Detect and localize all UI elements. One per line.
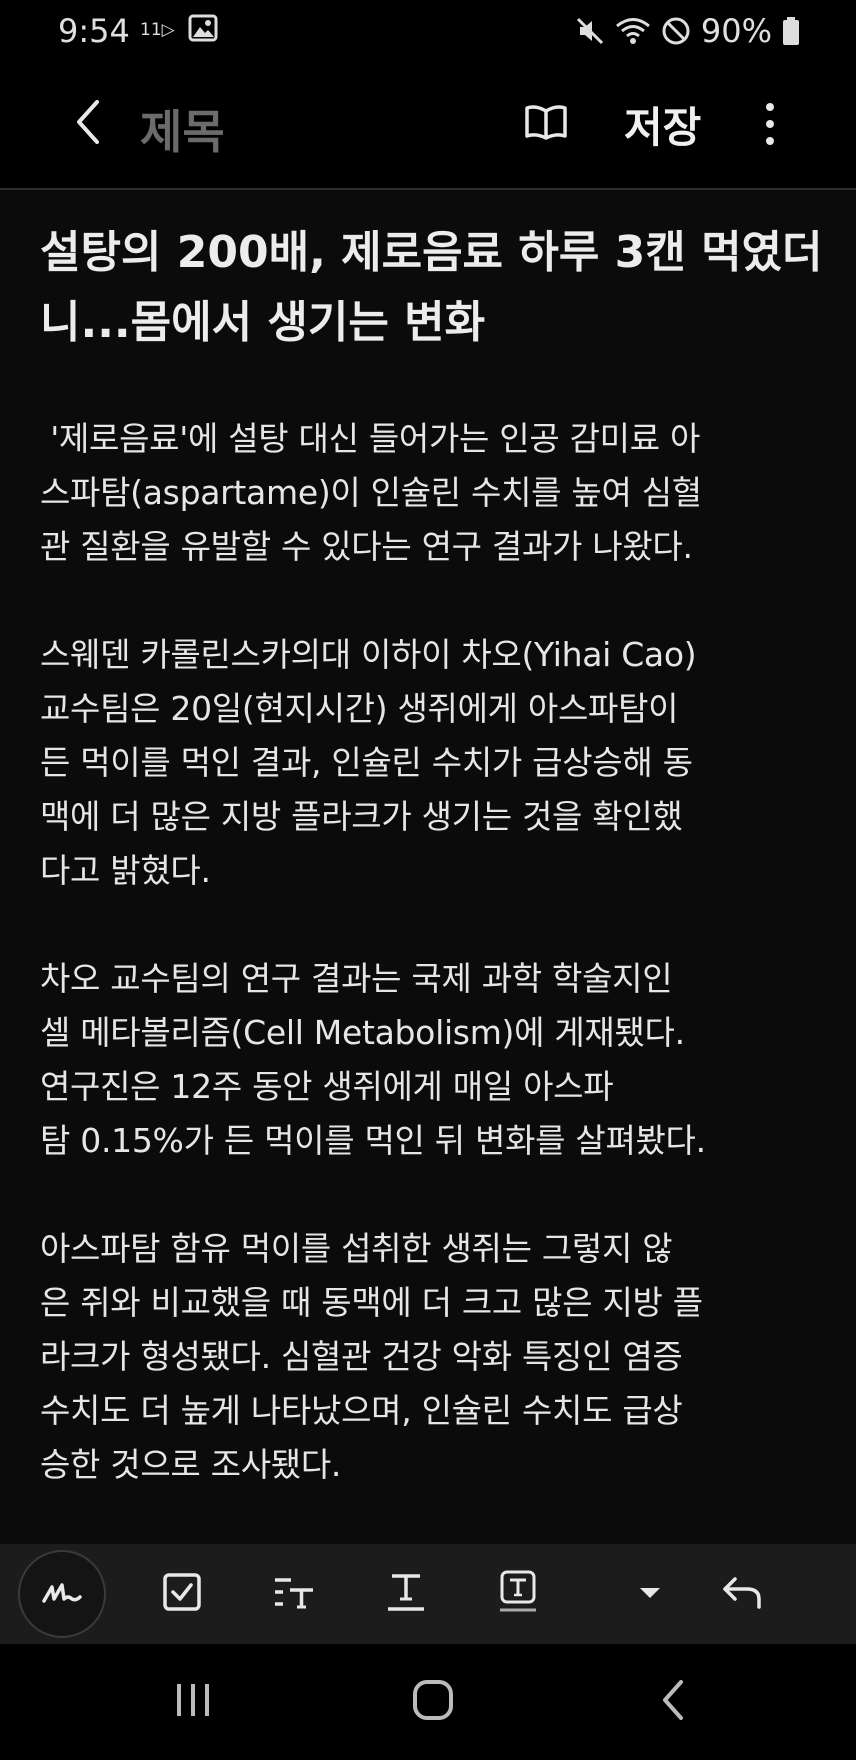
paragraph: 아스파탐 함유 먹이를 섭취한 생쥐는 그렇지 않 은 쥐와 비교했을 때 동맥… bbox=[40, 1222, 830, 1492]
toolbar-expand-button[interactable] bbox=[610, 1554, 690, 1634]
book-icon bbox=[524, 103, 568, 145]
headline-line: 설탕의 200배, 제로음료 하루 3캔 bbox=[40, 227, 686, 278]
status-bar: 9:54 11▷ 90% bbox=[0, 0, 856, 64]
body-line: 스웨덴 카롤린스카의대 이하이 차오(Yihai Cao) bbox=[40, 635, 697, 674]
dropdown-icon bbox=[638, 1585, 662, 1604]
more-dot bbox=[766, 137, 774, 145]
body-line: 차오 교수팀의 연구 결과는 국제 과학 학술지인 bbox=[40, 959, 673, 998]
body-line: 아스파탐 함유 먹이를 섭취한 생쥐는 그렇지 않 bbox=[40, 1229, 673, 1268]
more-dot bbox=[766, 103, 774, 111]
text-style-icon bbox=[272, 1574, 316, 1614]
home-button[interactable] bbox=[388, 1666, 478, 1738]
mute-icon bbox=[575, 16, 605, 46]
title-input[interactable]: 제목 bbox=[140, 96, 225, 162]
battery-percentage: 90% bbox=[700, 12, 772, 50]
note-headline[interactable]: 설탕의 200배, 제로음료 하루 3캔 먹였더니...몸에서 생기는 변화 bbox=[40, 218, 830, 358]
checklist-button[interactable] bbox=[142, 1554, 222, 1634]
body-line: 관 질환을 유발할 수 있다는 연구 결과가 나왔다. bbox=[40, 527, 693, 566]
undo-icon bbox=[721, 1575, 763, 1613]
paragraph: 스웨덴 카롤린스카의대 이하이 차오(Yihai Cao) 교수팀은 20일(현… bbox=[40, 628, 830, 898]
gallery-notification-icon bbox=[188, 14, 218, 42]
do-not-disturb-icon bbox=[661, 16, 691, 46]
more-options-button[interactable] bbox=[748, 92, 792, 156]
undo-button[interactable] bbox=[702, 1554, 782, 1634]
note-editor[interactable]: 설탕의 200배, 제로음료 하루 3캔 먹였더니...몸에서 생기는 변화 '… bbox=[0, 190, 856, 1544]
body-line: 은 쥐와 비교했을 때 동맥에 더 크고 많은 지방 플 bbox=[40, 1283, 703, 1322]
body-line: 다고 밝혔다. bbox=[40, 851, 211, 890]
text-background-button[interactable] bbox=[478, 1554, 558, 1634]
status-time: 9:54 bbox=[58, 12, 130, 50]
checkbox-icon bbox=[162, 1572, 202, 1616]
nav-back-button[interactable] bbox=[628, 1666, 718, 1738]
body-line: 탐 0.15%가 든 먹이를 먹인 뒤 변화를 살펴봤다. bbox=[40, 1121, 706, 1160]
body-line: 교수팀은 20일(현지시간) 생쥐에게 아스파탐이 bbox=[40, 689, 679, 728]
note-body[interactable]: '제로음료'에 설탕 대신 들어가는 인공 감미료 아 스파탐(aspartam… bbox=[40, 412, 830, 1546]
body-line: '제로음료'에 설탕 대신 들어가는 인공 감미료 아 bbox=[40, 419, 701, 458]
body-line: 연구진은 12주 동안 생쥐에게 매일 아스파 bbox=[40, 1067, 614, 1106]
body-line: 승한 것으로 조사됐다. bbox=[40, 1445, 342, 1484]
recents-button[interactable] bbox=[148, 1666, 238, 1738]
back-button[interactable] bbox=[56, 92, 120, 156]
more-dot bbox=[766, 120, 774, 128]
body-line: 수치도 더 높게 나타났으며, 인슐린 수치도 급상 bbox=[40, 1391, 683, 1430]
reading-mode-button[interactable] bbox=[516, 94, 576, 154]
text-style-button[interactable] bbox=[254, 1554, 334, 1634]
lte-indicator: 11▷ bbox=[140, 20, 175, 40]
text-format-button[interactable] bbox=[366, 1554, 446, 1634]
status-icons: 90% bbox=[575, 12, 800, 50]
save-button[interactable]: 저장 bbox=[624, 94, 701, 155]
battery-icon bbox=[782, 16, 800, 46]
text-box-icon bbox=[498, 1570, 538, 1618]
edit-toolbar bbox=[0, 1544, 856, 1644]
home-icon bbox=[411, 1678, 455, 1726]
body-line: 라크가 형성됐다. 심혈관 건강 악화 특징인 염증 bbox=[40, 1337, 683, 1376]
pen-icon bbox=[40, 1577, 84, 1611]
body-line: 스파탐(aspartame)이 인슐린 수치를 높여 심혈 bbox=[40, 473, 702, 512]
body-line: 든 먹이를 먹인 결과, 인슐린 수치가 급상승해 동 bbox=[40, 743, 693, 782]
wifi-icon bbox=[615, 16, 651, 46]
system-navigation-bar bbox=[0, 1644, 856, 1760]
app-bar: 제목 저장 bbox=[0, 74, 856, 178]
text-underline-icon bbox=[386, 1571, 426, 1617]
chevron-left-icon bbox=[73, 98, 103, 150]
body-line: 맥에 더 많은 지방 플라크가 생기는 것을 확인했 bbox=[40, 797, 683, 836]
handwriting-button[interactable] bbox=[18, 1550, 106, 1638]
body-line: 셀 메타볼리즘(Cell Metabolism)에 게재됐다. bbox=[40, 1013, 685, 1052]
paragraph: '제로음료'에 설탕 대신 들어가는 인공 감미료 아 스파탐(aspartam… bbox=[40, 412, 830, 574]
recents-icon bbox=[173, 1680, 213, 1724]
paragraph: 차오 교수팀의 연구 결과는 국제 과학 학술지인 셀 메타볼리즘(Cell M… bbox=[40, 952, 830, 1168]
back-icon bbox=[659, 1678, 687, 1726]
